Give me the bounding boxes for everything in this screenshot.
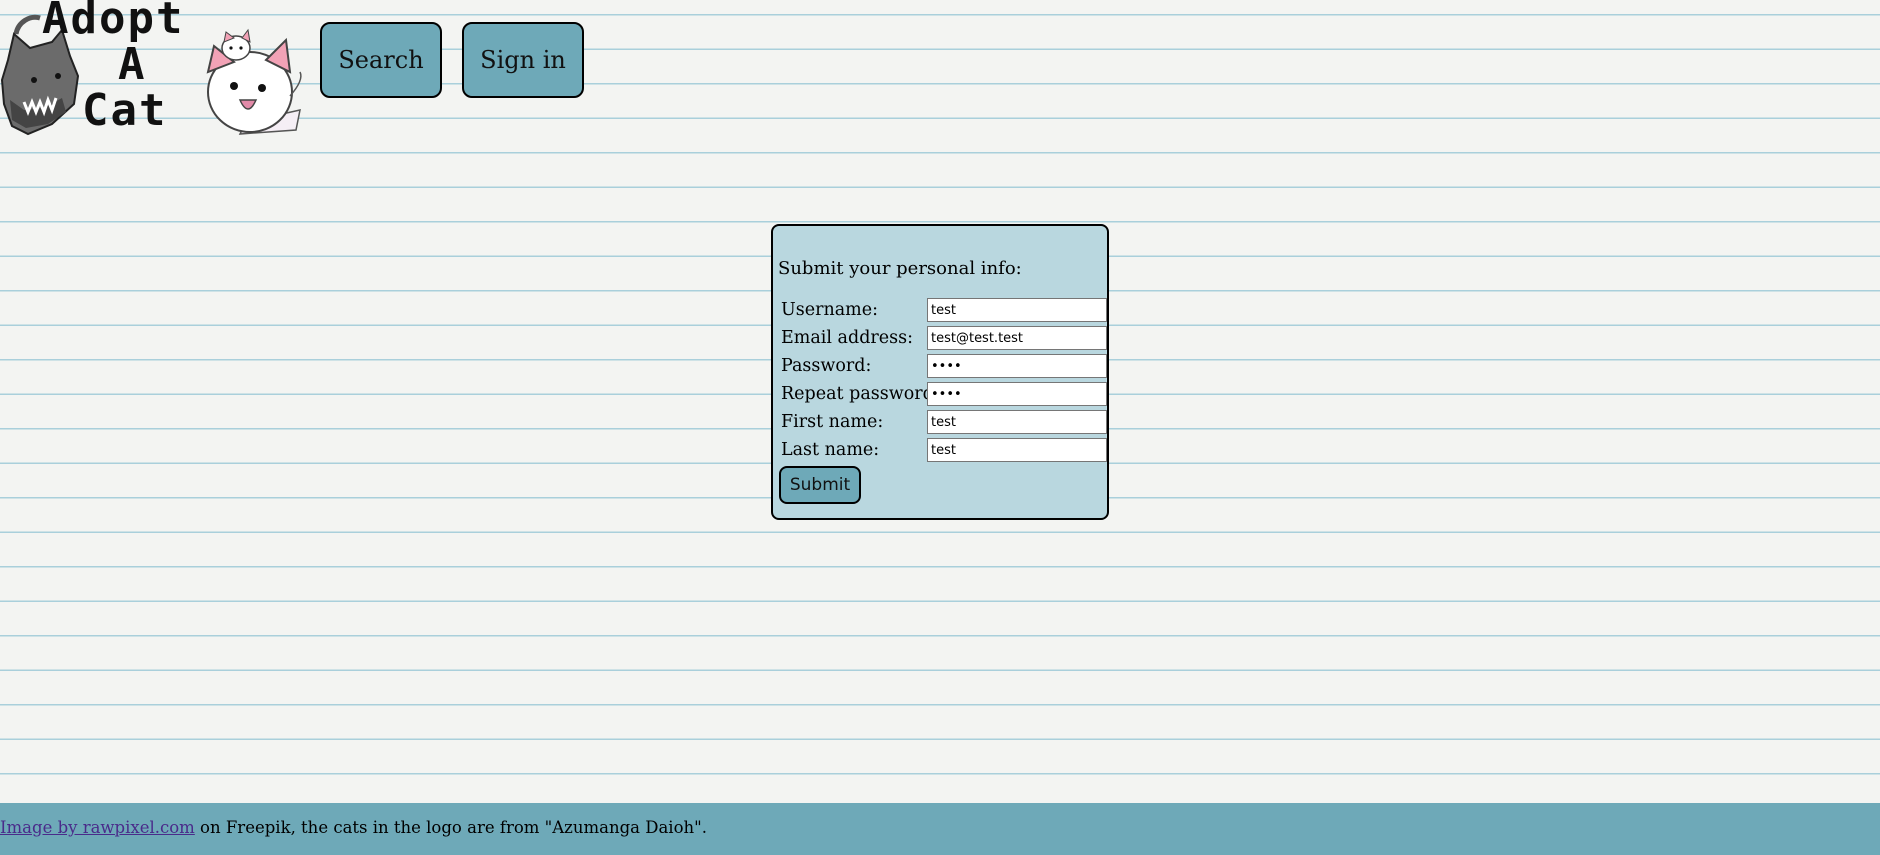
first-name-field[interactable] — [927, 410, 1107, 434]
site-logo[interactable]: Adopt A Cat — [0, 0, 310, 140]
logo-text-line-2: A — [118, 39, 147, 90]
repeat-password-label: Repeat password: — [781, 384, 940, 404]
form-row-repeat-password: Repeat password: — [781, 382, 1107, 408]
password-label: Password: — [781, 356, 872, 376]
personal-info-form: Submit your personal info: Username: Ema… — [771, 224, 1109, 520]
repeat-password-field[interactable] — [927, 382, 1107, 406]
last-name-label: Last name: — [781, 440, 880, 460]
form-row-email: Email address: — [781, 326, 1107, 352]
submit-button[interactable]: Submit — [779, 466, 861, 504]
form-title: Submit your personal info: — [778, 258, 1022, 279]
form-row-username: Username: — [781, 298, 1107, 324]
form-row-last-name: Last name: — [781, 438, 1107, 464]
form-row-first-name: First name: — [781, 410, 1107, 436]
sign-in-button[interactable]: Sign in — [462, 22, 584, 98]
password-field[interactable] — [927, 354, 1107, 378]
email-label: Email address: — [781, 328, 913, 348]
form-row-password: Password: — [781, 354, 1107, 380]
footer-credit-text: on Freepik, the cats in the logo are fro… — [194, 818, 707, 837]
logo-text-line-1: Adopt — [42, 0, 185, 44]
footer-credit: Image by rawpixel.com on Freepik, the ca… — [0, 818, 707, 837]
first-name-label: First name: — [781, 412, 884, 432]
logo-text-line-3: Cat — [82, 85, 168, 136]
username-field[interactable] — [927, 298, 1107, 322]
rawpixel-link[interactable]: Image by rawpixel.com — [0, 818, 195, 837]
search-button[interactable]: Search — [320, 22, 442, 98]
last-name-field[interactable] — [927, 438, 1107, 462]
footer: Image by rawpixel.com on Freepik, the ca… — [0, 803, 1880, 855]
email-field[interactable] — [927, 326, 1107, 350]
username-label: Username: — [781, 300, 879, 320]
